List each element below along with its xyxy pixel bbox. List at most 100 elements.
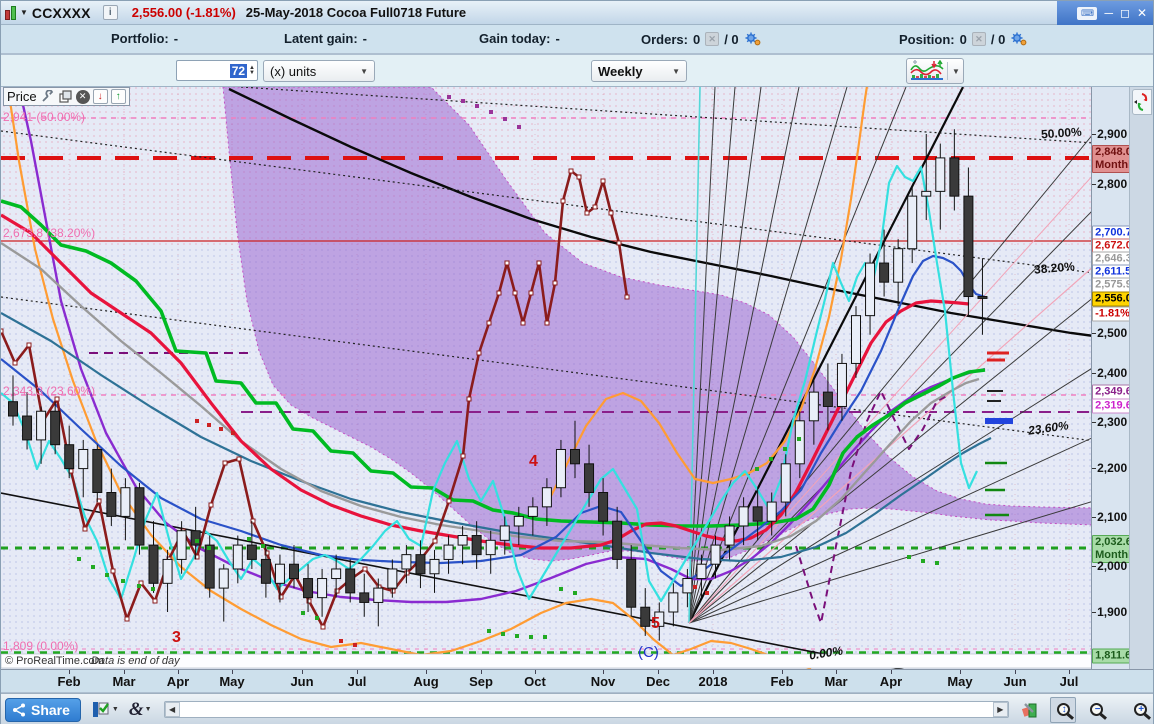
position-settings-gears-icon[interactable] <box>1010 31 1028 47</box>
x-axis-label: Sep <box>469 674 493 689</box>
chevron-down-icon: ▼ <box>360 66 368 76</box>
position-count2: / 0 <box>990 31 1006 47</box>
units-spinner[interactable]: ▲ ▼ <box>249 65 255 76</box>
y-axis-label: 2,200 <box>1092 461 1127 475</box>
last-price-change: 2,556.00 (-1.81%) <box>131 5 236 20</box>
x-axis-label: May <box>947 674 973 689</box>
y-axis-label: 2,400 <box>1092 366 1127 380</box>
wrench-icon[interactable] <box>40 89 55 104</box>
y-axis[interactable]: 2,900 2,848.00 Monthly 2,800 2,700.71 2,672.0… <box>1092 87 1141 669</box>
gain-today-stat: Gain today: - <box>479 31 560 46</box>
x-axis-label: Jun <box>1003 674 1027 689</box>
orders-settings-gears-icon[interactable] <box>744 31 762 47</box>
info-button[interactable]: i <box>102 5 118 20</box>
gain-today-value: - <box>555 31 560 46</box>
x-axis-label: Feb <box>57 674 81 689</box>
trading-window: ▼ CCXXXX i 2,556.00 (-1.81%) 25-May-2018… <box>0 0 1154 724</box>
x-axis-label: Nov <box>590 674 616 689</box>
x-axis-label: Apr <box>879 674 903 689</box>
copy-panel-icon[interactable] <box>58 89 73 104</box>
price-chart <box>1 87 1092 669</box>
symbol-name: CCXXXX <box>31 4 91 21</box>
y-axis-label: 2,800 <box>1092 177 1127 191</box>
units-mode-value: (x) units <box>270 63 317 79</box>
orders-count: 0 <box>692 31 701 47</box>
minimize-button[interactable]: ─ <box>1104 7 1113 19</box>
chart-canvas[interactable]: 2,941 (50.00%) 2,673.8 (38.20%) 2,343.3 (2… <box>1 87 1093 669</box>
timeframe-select[interactable]: Weekly ▼ <box>591 60 687 82</box>
x-axis-label: Mar <box>824 674 848 689</box>
orders-stat: Orders: 0 ✕ / 0 <box>641 31 762 47</box>
window-controls: ⌨ ─ ◻ ✕ <box>1057 1 1153 25</box>
position-stat: Position: 0 ✕ / 0 <box>899 31 1028 47</box>
cancel-orders-icon[interactable]: ✕ <box>705 32 720 46</box>
instrument-candles-icon <box>5 5 16 20</box>
x-axis-label: Dec <box>646 674 670 689</box>
x-axis-label: Jun <box>290 674 314 689</box>
x-axis-label: Oct <box>524 674 546 689</box>
keyboard-icon[interactable]: ⌨ <box>1077 6 1098 20</box>
chart-region: 2,941 (50.00%) 2,673.8 (38.20%) 2,343.3 (2… <box>1 87 1153 669</box>
price-panel-toolbar: Price ✕ ↓ ↑ <box>3 87 130 106</box>
chart-horizontal-scrollbar[interactable]: ◀ ▶ <box>163 701 1009 718</box>
sell-arrow-icon[interactable]: ↓ <box>92 89 108 104</box>
units-mode-select[interactable]: (x) units ▼ <box>263 60 375 82</box>
chevron-down-icon: ▼ <box>111 706 119 713</box>
link-scales-icon[interactable]: & <box>129 699 144 721</box>
chevron-down-icon: ▼ <box>144 706 152 713</box>
scroll-left-icon[interactable]: ◀ <box>164 702 180 717</box>
portfolio-label: Portfolio: <box>111 31 169 46</box>
x-axis-label: Aug <box>413 674 439 689</box>
y-axis-label: 2,900 <box>1092 127 1127 141</box>
x-axis-label: Feb <box>770 674 794 689</box>
portfolio-stat: Portfolio: - <box>111 31 178 46</box>
y-axis-label: 1,900 <box>1092 605 1127 619</box>
refresh-arrows-icon[interactable] <box>1132 89 1153 115</box>
list-check-icon[interactable] <box>91 700 111 720</box>
adjust-tool-icon[interactable] <box>1017 697 1043 723</box>
maximize-button[interactable]: ◻ <box>1120 7 1130 19</box>
chart-type-button[interactable]: ▼ <box>906 58 964 84</box>
zoom-out-button[interactable]: − <box>1084 697 1110 723</box>
timeframe-value: Weekly <box>598 63 643 79</box>
y-axis-label: -1.81% <box>1092 306 1133 322</box>
buy-arrow-icon[interactable]: ↑ <box>110 89 126 104</box>
zoom-in-icon: + <box>1133 703 1147 716</box>
zoom-in-button[interactable]: + <box>1127 697 1153 723</box>
bottom-toolbar: Share ▼ & ▼ ◀ ▶ ↕ − + <box>1 693 1153 724</box>
title-bar: ▼ CCXXXX i 2,556.00 (-1.81%) 25-May-2018… <box>1 1 1153 25</box>
position-count: 0 <box>959 31 967 47</box>
gain-today-label: Gain today: <box>479 31 551 46</box>
x-axis-label: Jul <box>1059 674 1079 689</box>
share-icon <box>13 703 25 716</box>
orders-count2: / 0 <box>724 31 739 47</box>
chevron-down-icon: ▼ <box>672 66 680 76</box>
close-position-icon[interactable]: ✕ <box>971 32 986 46</box>
latent-gain-label: Latent gain: <box>284 31 358 46</box>
close-panel-icon[interactable]: ✕ <box>75 89 90 104</box>
close-button[interactable]: ✕ <box>1137 7 1147 19</box>
y-axis-label: 2,500 <box>1092 326 1127 340</box>
share-button[interactable]: Share <box>5 697 81 722</box>
y-axis-label: 2,000 <box>1092 559 1127 573</box>
chart-type-icon <box>910 60 944 80</box>
chart-controls-row: 72 ▲ ▼ (x) units ▼ Weekly ▼ ▼ <box>1 55 1153 87</box>
zoom-select-tool[interactable]: ↕ <box>1050 696 1076 723</box>
y-axis-label: 2,100 <box>1092 510 1127 524</box>
latent-gain-stat: Latent gain: - <box>284 31 367 46</box>
x-axis-label: May <box>219 674 245 689</box>
right-side-strip <box>1129 87 1153 669</box>
x-axis-label: Jul <box>347 674 367 689</box>
account-stats-row: Portfolio: - Latent gain: - Gain today: … <box>1 25 1153 55</box>
x-axis[interactable]: Feb Mar Apr May Jun Jul Aug Sep Oct Nov Dec 2018 Feb… <box>1 669 1153 693</box>
x-axis-label: Apr <box>166 674 190 689</box>
zoom-out-icon: − <box>1090 703 1104 716</box>
scroll-right-icon[interactable]: ▶ <box>992 702 1008 717</box>
symbol-dropdown-arrow[interactable]: ▼ <box>20 8 28 17</box>
units-count-input[interactable]: 72 ▲ ▼ <box>176 60 258 81</box>
x-axis-label: 2018 <box>698 674 728 689</box>
instrument-description: 25-May-2018 Cocoa Full0718 Future <box>245 5 467 20</box>
chevron-down-icon: ▼ <box>947 62 960 80</box>
orders-label: Orders: <box>641 31 688 47</box>
units-count-value: 72 <box>229 63 248 78</box>
